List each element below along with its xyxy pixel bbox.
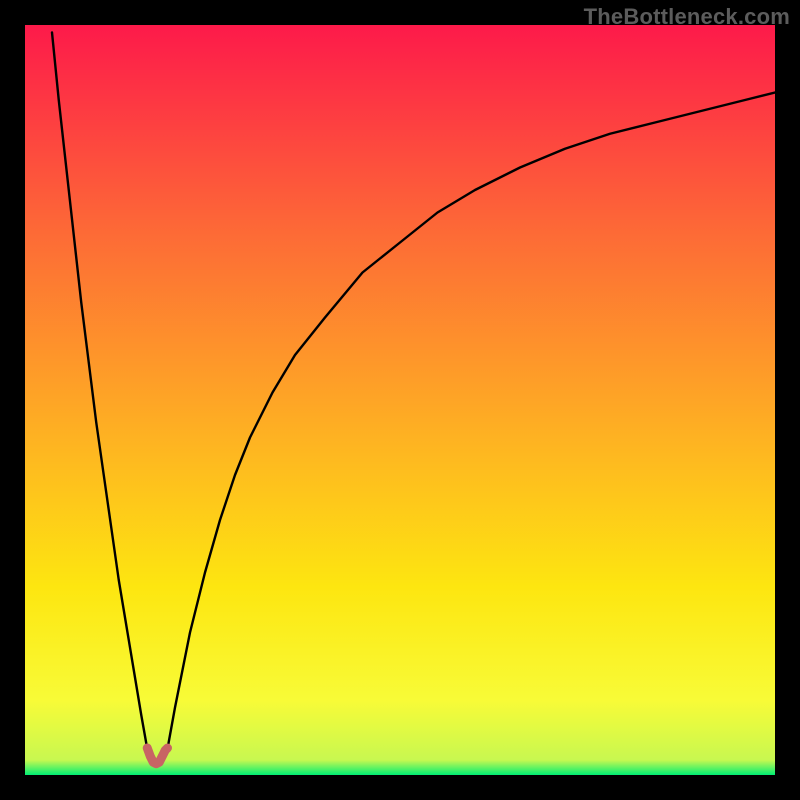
gradient-background	[25, 25, 775, 775]
chart-frame: TheBottleneck.com	[0, 0, 800, 800]
bottleneck-chart	[25, 25, 775, 775]
watermark-text: TheBottleneck.com	[584, 4, 790, 30]
